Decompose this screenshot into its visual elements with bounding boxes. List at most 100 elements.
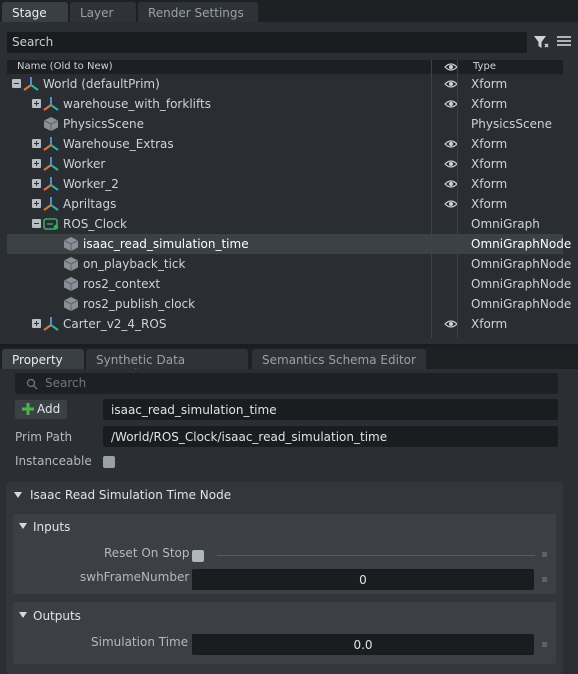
tab-layer[interactable]: Layer [70,2,136,22]
visibility-eye-icon[interactable] [444,199,458,209]
visibility-eye-icon[interactable] [444,139,458,149]
tree-row[interactable]: warehouse_with_forklifts Xform [7,94,563,114]
visibility-eye-icon[interactable] [444,99,458,109]
prim-type: OmniGraphNode [471,257,572,271]
prim-name: ROS_Clock [63,217,128,231]
prim-type: OmniGraph [471,217,540,231]
prim-type: Xform [471,77,508,91]
tree-row[interactable]: isaac_read_simulation_time OmniGraphNode [7,234,571,254]
stage-panel: Search Name (Old to New) Type World (def… [0,22,578,344]
expand-toggle-icon[interactable] [32,139,41,148]
prim-path-label: Prim Path [15,430,73,444]
xform-axes-icon [43,157,59,171]
name-column-header[interactable]: Name (Old to New) [17,61,113,72]
cube-icon [63,257,79,271]
collapse-triangle-icon[interactable] [19,612,27,618]
tab-render-settings[interactable]: Render Settings [138,2,258,22]
instanceable-label: Instanceable [15,454,92,468]
visibility-column-eye-icon[interactable] [444,62,458,72]
swh-frame-number-label: swhFrameNumber [80,570,190,584]
reset-on-stop-checkbox[interactable] [192,550,204,562]
prim-type: Xform [471,177,508,191]
cube-icon [63,297,79,311]
simulation-time-field[interactable]: 0.0 [192,634,534,655]
collapse-triangle-icon[interactable] [14,492,22,498]
property-search-input[interactable]: Search [15,373,558,394]
swh-frame-number-field[interactable]: 0 [192,569,534,590]
prim-name: ros2_context [83,277,161,291]
default-indicator [542,577,547,582]
prim-type: Xform [471,317,508,331]
tree-row[interactable]: Worker_2 Xform [7,174,563,194]
tree-row[interactable]: on_playback_tick OmniGraphNode [7,254,571,274]
outputs-section: Outputs Simulation Time 0.0 [13,602,556,664]
tree-row[interactable]: Warehouse_Extras Xform [7,134,563,154]
prim-type: Xform [471,197,508,211]
tree-row[interactable]: Carter_v2_4_ROS Xform [7,314,563,334]
reset-on-stop-label: Reset On Stop [104,546,190,560]
tree-row[interactable]: PhysicsScene PhysicsScene [7,114,563,134]
stage-tree: World (defaultPrim) Xform warehouse_with_f… [7,74,571,338]
prim-type: OmniGraphNode [471,297,572,311]
xform-axes-icon [43,177,59,191]
tree-row[interactable]: ros2_publish_clock OmniGraphNode [7,294,571,314]
property-tab-bar: Property Synthetic Data Recorder Semanti… [0,347,578,381]
hamburger-menu-icon[interactable] [557,34,571,48]
xform-axes-icon [23,77,39,91]
default-indicator [542,552,547,557]
tab-synthetic-data-recorder[interactable]: Synthetic Data Recorder [86,349,248,381]
expand-toggle-icon[interactable] [32,179,41,188]
tab-semantics-schema-editor[interactable]: Semantics Schema Editor [252,349,426,369]
prim-name: on_playback_tick [83,257,186,271]
visibility-eye-icon[interactable] [444,319,458,329]
prim-type: OmniGraphNode [471,237,572,251]
type-column-header[interactable]: Type [473,61,496,72]
prim-type: PhysicsScene [471,117,552,131]
tab-property[interactable]: Property [2,349,84,369]
tree-row[interactable]: Worker Xform [7,154,563,174]
collapse-toggle-icon[interactable] [32,219,41,228]
prim-name: Apriltags [63,197,117,211]
prim-path-field[interactable]: /World/ROS_Clock/isaac_read_simulation_t… [103,426,558,447]
expand-toggle-icon[interactable] [32,159,41,168]
prim-name: ros2_publish_clock [83,297,196,311]
prim-name: Worker_2 [63,177,119,191]
tree-row[interactable]: ros2_context OmniGraphNode [7,274,571,294]
cube-icon [43,117,59,131]
prim-name: isaac_read_simulation_time [83,237,249,251]
prim-name: Carter_v2_4_ROS [63,317,167,331]
visibility-eye-icon[interactable] [444,159,458,169]
outputs-title[interactable]: Outputs [33,609,81,623]
tree-row[interactable]: ROS_Clock OmniGraph [7,214,563,234]
cube-icon [63,277,79,291]
xform-axes-icon [43,317,59,331]
filter-icon[interactable] [533,34,549,50]
prim-type: Xform [471,157,508,171]
xform-axes-icon [43,97,59,111]
column-divider [431,60,432,338]
node-section-title[interactable]: Isaac Read Simulation Time Node [30,488,231,502]
tree-row[interactable]: Apriltags Xform [7,194,563,214]
inputs-title[interactable]: Inputs [33,520,70,534]
column-divider [457,60,458,338]
expand-toggle-icon[interactable] [32,99,41,108]
simulation-time-label: Simulation Time [91,635,189,649]
prim-type: Xform [471,97,508,111]
expand-toggle-icon[interactable] [32,319,41,328]
prim-name: Worker [63,157,106,171]
visibility-eye-icon[interactable] [444,79,458,89]
prim-name: PhysicsScene [63,117,144,131]
collapse-toggle-icon[interactable] [12,79,21,88]
collapse-triangle-icon[interactable] [19,523,27,529]
stage-search-input[interactable]: Search [7,32,527,53]
plus-icon [22,403,34,415]
expand-toggle-icon[interactable] [32,199,41,208]
tree-row[interactable]: World (defaultPrim) Xform [7,74,563,94]
visibility-eye-icon[interactable] [444,179,458,189]
instanceable-checkbox[interactable] [103,456,115,468]
stage-tab-bar: Stage Layer Render Settings [0,0,578,22]
tab-stage[interactable]: Stage [2,2,68,22]
prim-name-field[interactable]: isaac_read_simulation_time [103,399,558,420]
graph-icon [43,218,59,230]
separator-line [217,555,535,556]
